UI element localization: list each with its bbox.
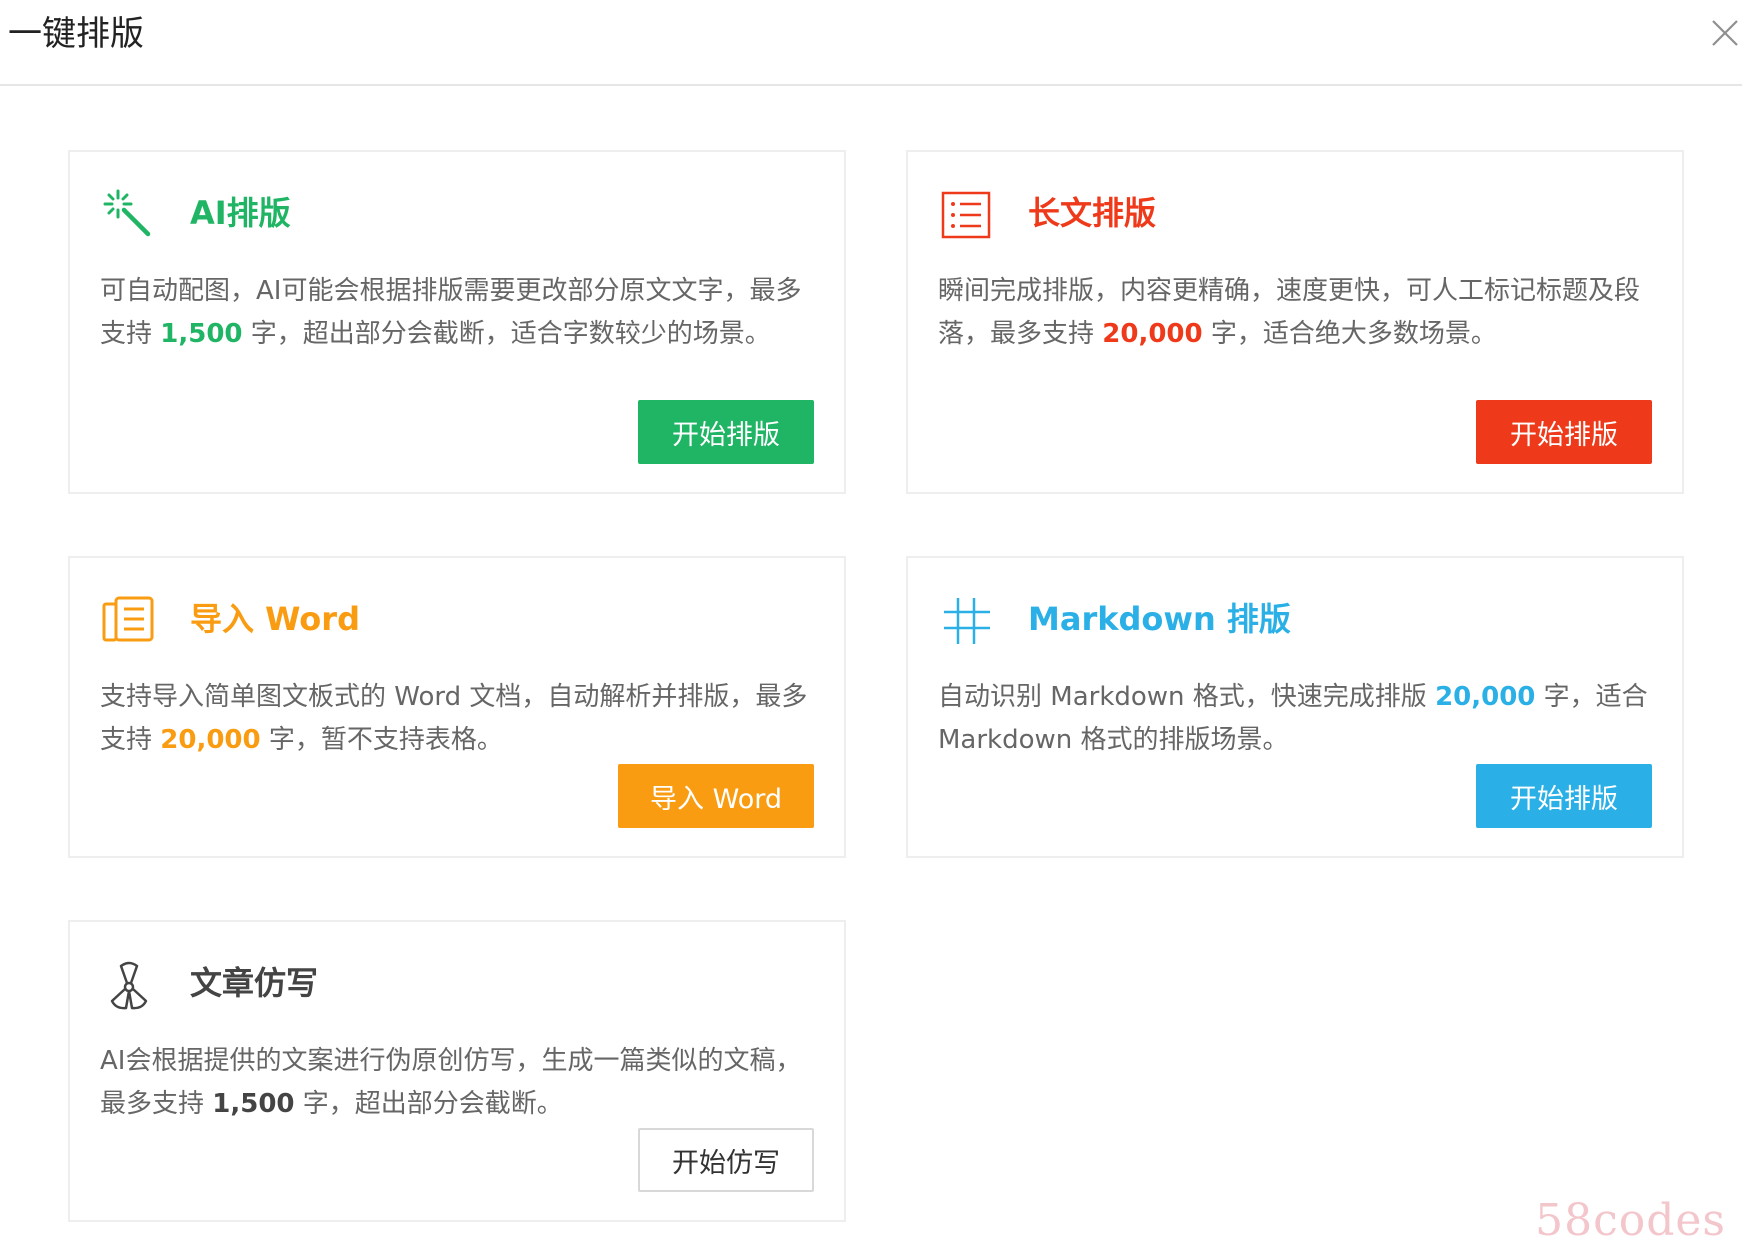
document-icon [102, 596, 154, 642]
propeller-icon [110, 961, 148, 1010]
close-icon[interactable] [1710, 18, 1740, 48]
card-long-text-layout-title: 长文排版 [1028, 194, 1157, 232]
markdown-layout-start-button[interactable]: 开始排版 [1476, 764, 1652, 828]
card-ai-layout-description: 可自动配图，AI可能会根据排版需要更改部分原文文字，最多支持 1,500 字，超… [100, 270, 810, 356]
card-markdown-layout-char-limit: 20,000 [1435, 682, 1536, 712]
card-markdown-layout: Markdown 排版 自动识别 Markdown 格式，快速完成排版 20,0… [906, 556, 1684, 858]
card-long-text-layout-description: 瞬间完成排版，内容更精确，速度更快，可人工标记标题及段落，最多支持 20,000… [938, 270, 1648, 356]
card-long-text-layout: 长文排版 瞬间完成排版，内容更精确，速度更快，可人工标记标题及段落，最多支持 2… [906, 150, 1684, 494]
card-ai-layout: AI排版 可自动配图，AI可能会根据排版需要更改部分原文文字，最多支持 1,50… [68, 150, 846, 494]
article-rewrite-start-button[interactable]: 开始仿写 [638, 1128, 814, 1192]
card-long-text-layout-char-limit: 20,000 [1102, 319, 1203, 349]
ai-layout-start-button[interactable]: 开始排版 [638, 400, 814, 464]
card-article-rewrite: 文章仿写 AI会根据提供的文案进行伪原创仿写，生成一篇类似的文稿，最多支持 1,… [68, 920, 846, 1222]
card-import-word: 导入 Word 支持导入简单图文板式的 Word 文档，自动解析并排版，最多支持… [68, 556, 846, 858]
card-markdown-layout-title: Markdown 排版 [1028, 600, 1291, 638]
card-import-word-title: 导入 Word [190, 600, 360, 638]
card-article-rewrite-description: AI会根据提供的文案进行伪原创仿写，生成一篇类似的文稿，最多支持 1,500 字… [100, 1040, 810, 1126]
card-import-word-description: 支持导入简单图文板式的 Word 文档，自动解析并排版，最多支持 20,000 … [100, 676, 810, 762]
card-ai-layout-char-limit: 1,500 [160, 319, 243, 349]
card-article-rewrite-desc-text-end: 字，超出部分会截断。 [294, 1089, 563, 1119]
import-word-button[interactable]: 导入 Word [618, 764, 814, 828]
card-article-rewrite-title: 文章仿写 [190, 964, 319, 1002]
dialog-header: 一键排版 [0, 0, 1742, 86]
hash-icon [944, 598, 990, 644]
dialog-title: 一键排版 [8, 14, 144, 54]
card-ai-layout-title: AI排版 [190, 194, 291, 232]
card-import-word-char-limit: 20,000 [160, 725, 261, 755]
card-markdown-layout-desc-text: 自动识别 Markdown 格式，快速完成排版 [938, 682, 1436, 712]
long-text-layout-start-button[interactable]: 开始排版 [1476, 400, 1652, 464]
card-article-rewrite-char-limit: 1,500 [212, 1089, 295, 1119]
card-long-text-layout-desc-text-end: 字，适合绝大多数场景。 [1202, 319, 1497, 349]
card-import-word-desc-text-end: 字，暂不支持表格。 [260, 725, 503, 755]
list-icon [941, 191, 991, 239]
card-markdown-layout-description: 自动识别 Markdown 格式，快速完成排版 20,000 字，适合 Mark… [938, 676, 1648, 762]
magic-wand-icon [103, 189, 151, 237]
watermark: 58codes [1535, 1195, 1726, 1246]
card-ai-layout-desc-text-end: 字，超出部分会截断，适合字数较少的场景。 [242, 319, 771, 349]
